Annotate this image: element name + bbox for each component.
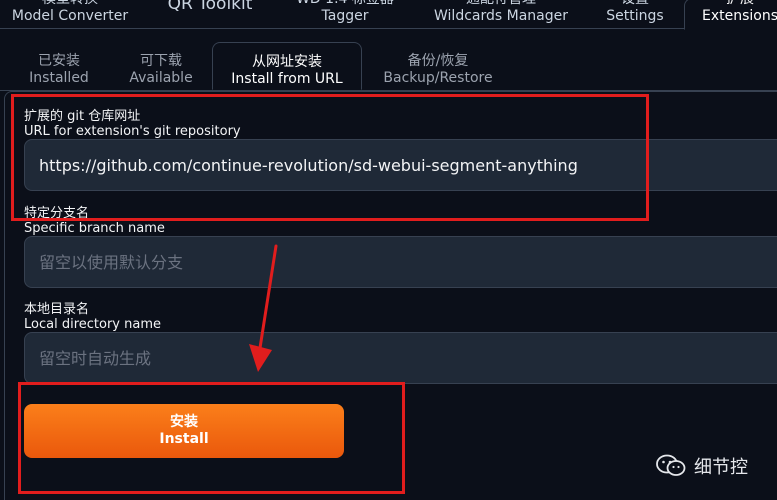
directory-name-label: 本地目录名 Local directory name [24,302,161,332]
repo-url-label: 扩展的 git 仓库网址 URL for extension's git rep… [24,109,241,139]
tab-label-zh: 可下载 [140,53,182,69]
tab-label-en: Settings [606,8,664,24]
label-zh: 扩展的 git 仓库网址 [24,109,141,124]
tab-label-zh: 备份/恢复 [407,53,469,69]
tab-wildcards-manager[interactable]: 通配符管理 Wildcards Manager [432,0,570,25]
branch-name-label: 特定分支名 Specific branch name [24,206,165,236]
extensions-page: 模型转换 Model Converter QR Toolkit WD 1.4 标… [0,0,777,500]
label-en: Local directory name [24,317,161,332]
tab-label-zh: WD 1.4 标签器 [290,0,400,8]
label-en: URL for extension's git repository [24,124,241,139]
tab-label-en: Install from URL [231,71,343,87]
label-zh: 特定分支名 [24,206,90,221]
branch-name-input[interactable] [24,236,777,288]
tab-label-en: Tagger [321,8,369,24]
tab-label-zh: 设置 [598,0,672,8]
annotation-arrow [249,244,278,372]
tab-tagger[interactable]: WD 1.4 标签器 Tagger [290,0,400,25]
tab-model-converter[interactable]: 模型转换 Model Converter [10,0,130,25]
tab-label-en: Model Converter [11,8,129,24]
tab-label-en: Extensions [701,8,777,24]
tab-label-zh: 模型转换 [10,0,130,8]
tab-label-zh: 通配符管理 [432,0,570,8]
install-button[interactable]: 安装 Install [24,404,344,458]
tab-available[interactable]: 可下载 Available [124,53,198,87]
wechat-icon [656,454,686,476]
tab-label-en: QR Toolkit [167,0,253,14]
directory-name-input[interactable] [24,332,777,384]
tab-installed[interactable]: 已安装 Installed [22,53,96,87]
sub-tab-bar: 已安装 Installed 可下载 Available 从网址安装 Instal… [0,42,777,92]
tab-label-zh: 已安装 [38,53,80,69]
top-tab-bar: 模型转换 Model Converter QR Toolkit WD 1.4 标… [0,0,777,30]
install-label-zh: 安装 [170,414,198,430]
tab-label-en: Wildcards Manager [434,8,568,24]
repo-url-input[interactable] [24,139,777,191]
tab-extensions[interactable]: 扩展 Extensions [698,0,777,25]
label-en: Specific branch name [24,221,165,236]
watermark: 细节控 [656,452,748,480]
watermark-text: 细节控 [694,457,748,478]
tab-settings[interactable]: 设置 Settings [598,0,672,25]
tab-label-zh: 从网址安装 [252,54,322,70]
tab-label-en: Available [129,70,193,86]
tab-backup-restore[interactable]: 备份/恢复 Backup/Restore [380,53,496,87]
label-zh: 本地目录名 [24,302,90,317]
install-label-en: Install [159,431,209,447]
tab-label-en: Installed [29,70,89,86]
tab-label-zh: 扩展 [698,0,777,8]
tab-label-en: Backup/Restore [383,70,493,86]
tab-qr-toolkit[interactable]: QR Toolkit [160,0,260,13]
tab-install-from-url[interactable]: 从网址安装 Install from URL [212,42,362,90]
